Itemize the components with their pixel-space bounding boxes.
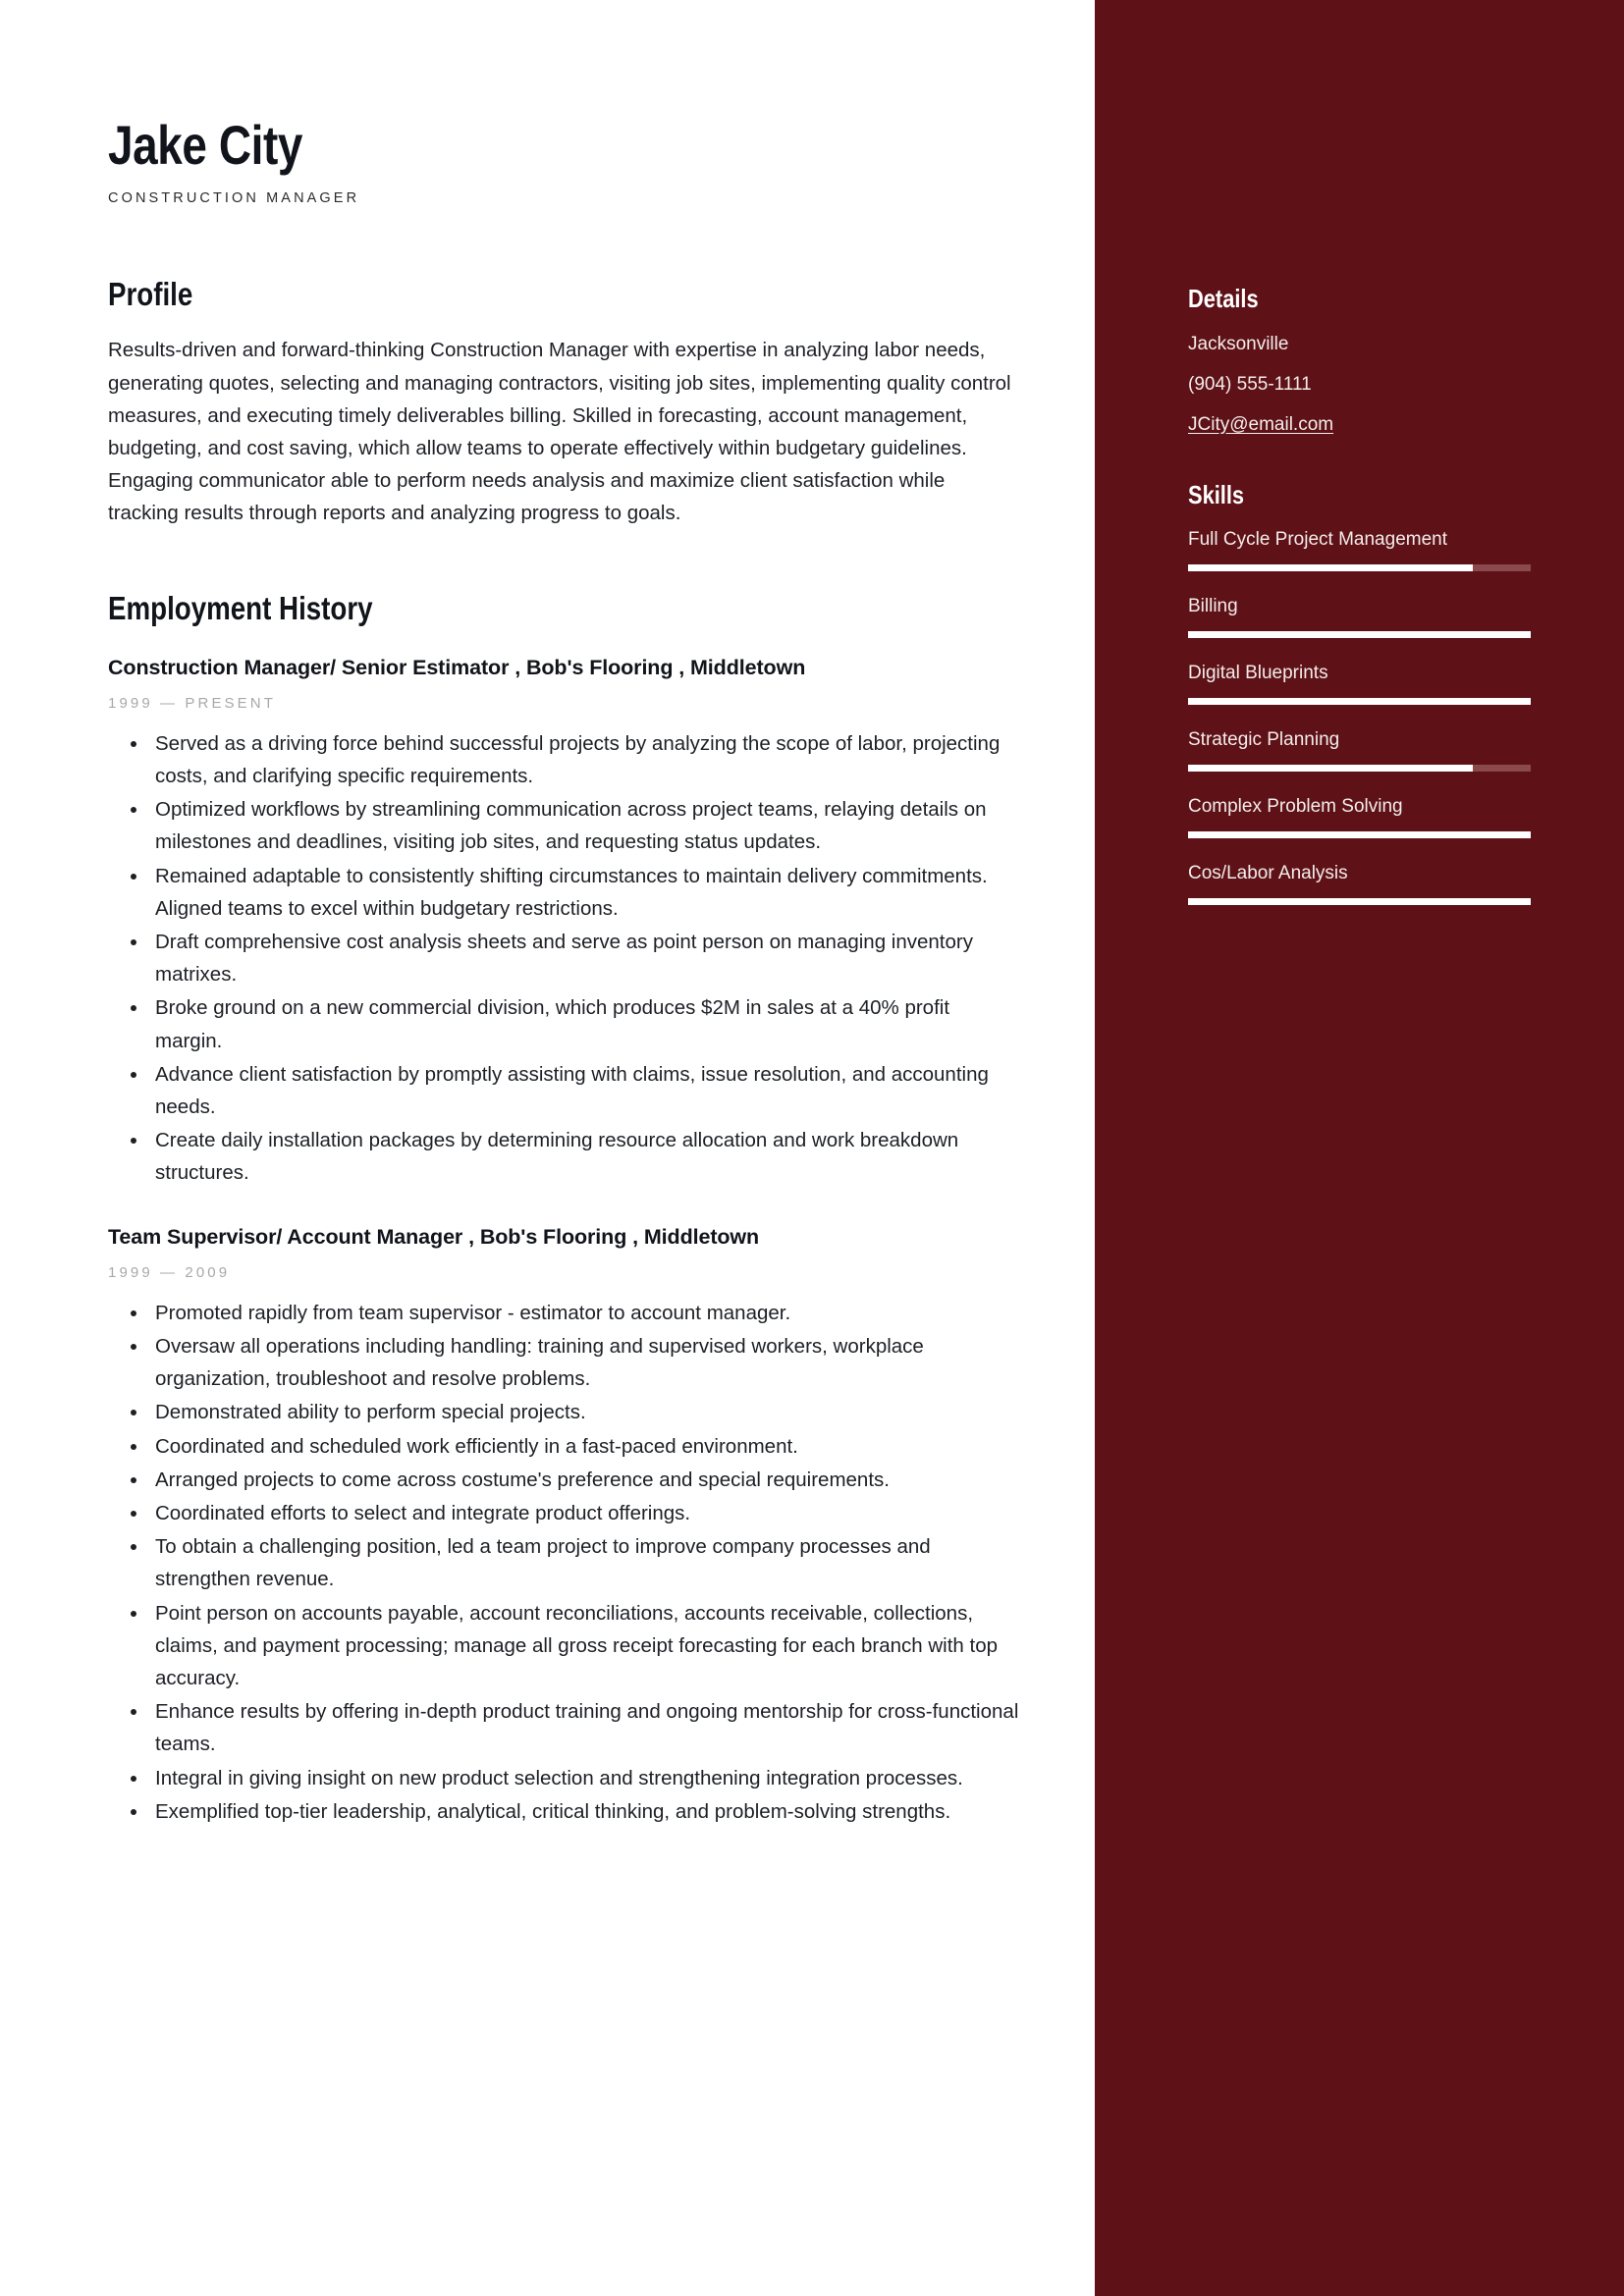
employment-bullet: Remained adaptable to consistently shift… bbox=[131, 860, 1019, 925]
skill-level-fill bbox=[1188, 564, 1473, 572]
profile-section-heading: Profile bbox=[108, 276, 193, 312]
employment-bullet: To obtain a challenging position, led a … bbox=[131, 1530, 1019, 1595]
skill-item: Full Cycle Project Management bbox=[1188, 529, 1531, 572]
details-section: Details Jacksonville (904) 555-1111 JCity@… bbox=[1188, 285, 1531, 434]
skills-section: Skills Full Cycle Project Management Bill… bbox=[1188, 479, 1531, 906]
employment-bullet-list: Served as a driving force behind success… bbox=[108, 727, 1095, 1190]
skill-item: Cos/Labor Analysis bbox=[1188, 863, 1531, 906]
employment-section-heading: Employment History bbox=[108, 589, 373, 626]
employment-job: Team Supervisor/ Account Manager , Bob's… bbox=[108, 1223, 1095, 1828]
employment-job: Construction Manager/ Senior Estimator ,… bbox=[108, 654, 1095, 1190]
employment-bullet: Integral in giving insight on new produc… bbox=[131, 1762, 1019, 1794]
employment-bullet: Coordinated efforts to select and integr… bbox=[131, 1497, 1019, 1529]
skill-level-track bbox=[1188, 698, 1531, 706]
skill-label: Complex Problem Solving bbox=[1188, 796, 1403, 818]
skill-level-track bbox=[1188, 765, 1531, 773]
skill-level-fill bbox=[1188, 698, 1531, 706]
employment-bullet: Arranged projects to come across costume… bbox=[131, 1464, 1019, 1496]
employment-bullet: Served as a driving force behind success… bbox=[131, 727, 1019, 792]
skill-item: Complex Problem Solving bbox=[1188, 796, 1531, 839]
employment-bullet: Broke ground on a new commercial divisio… bbox=[131, 991, 1019, 1056]
detail-item: (904) 555-1111 bbox=[1188, 373, 1312, 395]
skill-level-track bbox=[1188, 631, 1531, 639]
employment-bullet: Enhance results by offering in-depth pro… bbox=[131, 1695, 1019, 1760]
employment-bullet: Advance client satisfaction by promptly … bbox=[131, 1058, 1019, 1123]
skill-label: Cos/Labor Analysis bbox=[1188, 863, 1348, 884]
skill-item: Strategic Planning bbox=[1188, 729, 1531, 773]
details-list: Jacksonville (904) 555-1111 JCity@email.co… bbox=[1188, 335, 1531, 434]
resume-page: Jake City CONSTRUCTION MANAGER Profile R… bbox=[0, 0, 1624, 2296]
employment-bullet: Oversaw all operations including handlin… bbox=[131, 1330, 1019, 1395]
employment-job-dates: 1999 — PRESENT bbox=[108, 694, 276, 712]
employment-bullet: Draft comprehensive cost analysis sheets… bbox=[131, 926, 1019, 990]
employment-bullet: Create daily installation packages by de… bbox=[131, 1124, 1019, 1189]
employment-bullet: Optimized workflows by streamlining comm… bbox=[131, 793, 1019, 858]
skill-item: Digital Blueprints bbox=[1188, 663, 1531, 706]
detail-item: Jacksonville bbox=[1188, 333, 1289, 354]
skill-level-fill bbox=[1188, 898, 1531, 906]
candidate-job-title: CONSTRUCTION MANAGER bbox=[108, 190, 360, 206]
skill-label: Digital Blueprints bbox=[1188, 663, 1328, 684]
main-column: Jake City CONSTRUCTION MANAGER Profile R… bbox=[0, 0, 1095, 2296]
employment-job-title: Construction Manager/ Senior Estimator ,… bbox=[108, 655, 806, 679]
sidebar-column: Details Jacksonville (904) 555-1111 JCity@… bbox=[1095, 0, 1624, 2296]
skill-label: Full Cycle Project Management bbox=[1188, 529, 1447, 551]
employment-bullet-list: Promoted rapidly from team supervisor - … bbox=[108, 1297, 1095, 1828]
profile-summary-text: Results-driven and forward-thinking Cons… bbox=[108, 339, 1011, 525]
employment-bullet: Point person on accounts payable, accoun… bbox=[131, 1597, 1019, 1695]
skill-level-fill bbox=[1188, 765, 1473, 773]
skill-label: Strategic Planning bbox=[1188, 729, 1340, 751]
skill-level-track bbox=[1188, 831, 1531, 839]
employment-section: Employment History Construction Manager/… bbox=[108, 589, 1095, 1828]
skills-section-heading: Skills bbox=[1188, 479, 1245, 509]
skill-level-fill bbox=[1188, 831, 1531, 839]
candidate-name: Jake City bbox=[108, 114, 302, 176]
skill-label: Billing bbox=[1188, 596, 1238, 617]
skills-list: Full Cycle Project Management Billing Digi… bbox=[1188, 529, 1531, 906]
skill-level-track bbox=[1188, 898, 1531, 906]
employment-job-title: Team Supervisor/ Account Manager , Bob's… bbox=[108, 1224, 760, 1249]
employment-job-list: Construction Manager/ Senior Estimator ,… bbox=[108, 654, 1095, 1828]
detail-email[interactable]: JCity@email.com bbox=[1188, 415, 1531, 434]
details-section-heading: Details bbox=[1188, 284, 1259, 313]
employment-bullet: Demonstrated ability to perform special … bbox=[131, 1396, 1019, 1428]
employment-job-dates: 1999 — 2009 bbox=[108, 1263, 231, 1281]
profile-section: Profile Results-driven and forward-think… bbox=[108, 276, 1095, 530]
skill-level-fill bbox=[1188, 631, 1531, 639]
skill-level-track bbox=[1188, 564, 1531, 572]
employment-bullet: Exemplified top-tier leadership, analyti… bbox=[131, 1795, 1019, 1828]
skill-item: Billing bbox=[1188, 596, 1531, 639]
employment-bullet: Coordinated and scheduled work efficient… bbox=[131, 1430, 1019, 1463]
employment-bullet: Promoted rapidly from team supervisor - … bbox=[131, 1297, 1019, 1329]
